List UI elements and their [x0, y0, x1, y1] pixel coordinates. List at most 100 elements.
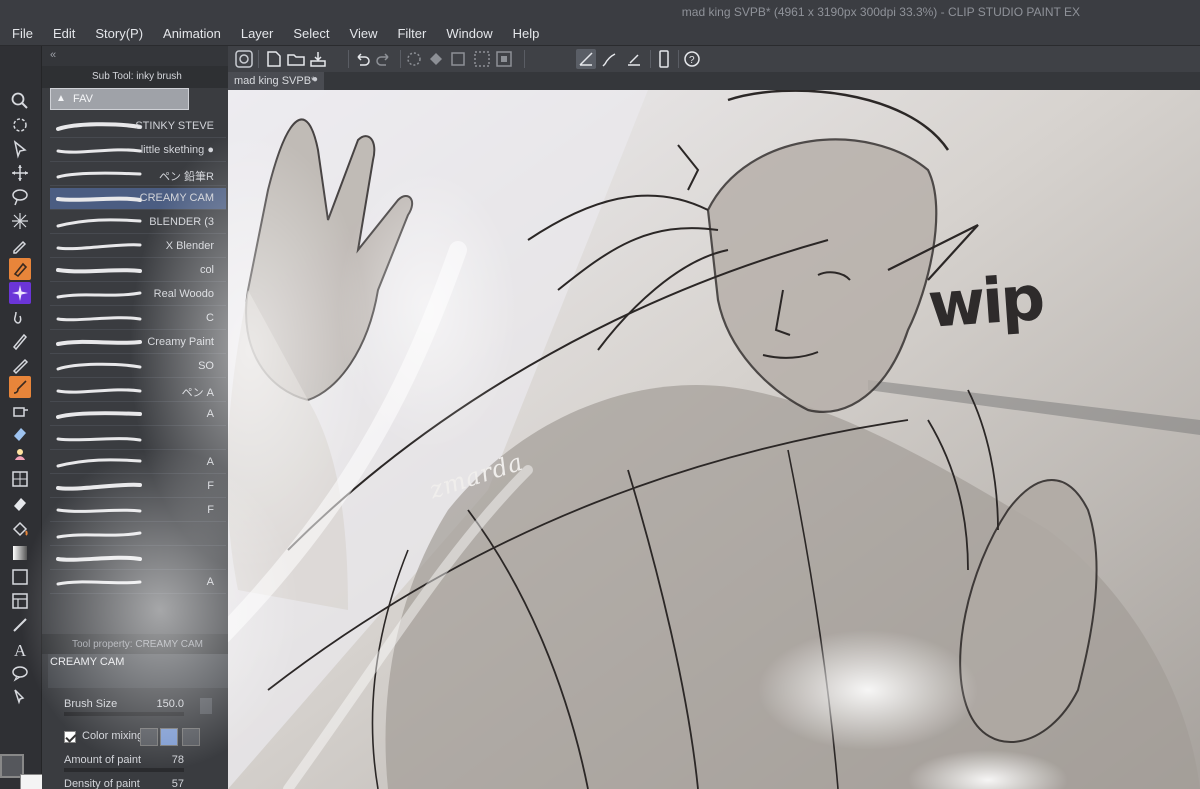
brush-size-value[interactable]: 150.0 — [156, 698, 184, 710]
rotate-icon[interactable] — [9, 114, 31, 136]
brush-name: F — [207, 480, 214, 492]
brush-item[interactable] — [50, 548, 226, 570]
brush-item[interactable]: BLENDER (3 — [50, 212, 226, 234]
menu-window[interactable]: Window — [434, 22, 500, 44]
document-tab-bar: mad king SVPB* ● — [228, 72, 1200, 90]
marker-icon[interactable] — [9, 330, 31, 352]
brush-item[interactable]: A — [50, 404, 226, 426]
move-icon[interactable] — [9, 162, 31, 184]
brush-stroke-preview — [56, 362, 142, 371]
brush-name: A — [206, 456, 214, 468]
transform-icon[interactable] — [448, 49, 468, 69]
mix-mode-brush[interactable] — [182, 728, 200, 746]
menu-select[interactable]: Select — [281, 22, 337, 44]
brush-icon[interactable] — [9, 376, 31, 398]
eraser-2-icon[interactable] — [9, 492, 31, 514]
amount-of-paint-value[interactable]: 78 — [172, 754, 184, 766]
auto-select-icon[interactable] — [9, 210, 31, 232]
mix-mode-blend[interactable] — [160, 728, 178, 746]
brush-stroke-preview — [56, 508, 142, 513]
new-icon[interactable] — [264, 49, 284, 69]
brush-size-slider[interactable] — [64, 712, 184, 716]
fill-icon[interactable] — [426, 49, 446, 69]
text-icon[interactable]: A — [9, 638, 31, 660]
brush-item[interactable]: ペン 鉛筆R — [50, 164, 226, 186]
eyedropper-icon[interactable] — [9, 234, 31, 256]
brush-item[interactable]: F — [50, 476, 226, 498]
help-icon[interactable]: ? — [682, 49, 702, 69]
correction-icon[interactable] — [9, 686, 31, 708]
frame-border-icon[interactable] — [9, 590, 31, 612]
undo-icon[interactable] — [352, 49, 372, 69]
blend-icon[interactable] — [9, 306, 31, 328]
brush-item[interactable]: STINKY STEVE — [50, 116, 226, 138]
save-icon[interactable] — [308, 49, 328, 69]
selection-icon[interactable] — [472, 49, 492, 69]
frame-icon[interactable] — [9, 468, 31, 490]
eraser-icon[interactable] — [9, 422, 31, 444]
open-icon[interactable] — [286, 49, 306, 69]
brush-item[interactable]: ペン A — [50, 380, 226, 402]
sub-color-swatch[interactable] — [20, 774, 44, 789]
amount-of-paint-slider[interactable] — [64, 768, 184, 772]
brush-item[interactable]: A — [50, 572, 226, 594]
mix-mode-running[interactable] — [140, 728, 158, 746]
document-tab[interactable]: mad king SVPB* ● — [228, 72, 324, 90]
pencil-icon[interactable] — [9, 354, 31, 376]
collapse-icon[interactable]: « — [50, 49, 56, 61]
menu-animation[interactable]: Animation — [151, 22, 229, 44]
device-icon[interactable] — [654, 49, 674, 69]
menu-help[interactable]: Help — [501, 22, 548, 44]
balloon-icon[interactable] — [9, 662, 31, 684]
object-icon[interactable] — [9, 138, 31, 160]
decoration-2-icon[interactable] — [9, 444, 31, 466]
brush-item[interactable]: SO — [50, 356, 226, 378]
gradient-icon[interactable] — [9, 542, 31, 564]
brush-item[interactable]: little skething ● — [50, 140, 226, 162]
magnifier-icon[interactable] — [9, 90, 31, 112]
brush-item[interactable]: CREAMY CAM — [50, 188, 226, 210]
pen-icon[interactable] — [9, 258, 31, 280]
brush-item[interactable]: Creamy Paint — [50, 332, 226, 354]
menu-file[interactable]: File — [0, 22, 41, 44]
ruler-icon[interactable] — [576, 49, 596, 69]
drawing-canvas[interactable]: zmarda wip — [228, 90, 1200, 789]
fill-icon[interactable] — [9, 518, 31, 540]
tool-palette: A — [0, 46, 44, 789]
brush-item[interactable]: F — [50, 500, 226, 522]
snap-icon[interactable] — [494, 49, 514, 69]
menu-edit[interactable]: Edit — [41, 22, 83, 44]
fav-group-button[interactable]: ▲ FAV — [50, 88, 189, 110]
brush-name: ペン 鉛筆R — [159, 171, 214, 183]
ruler-tool-icon[interactable] — [9, 614, 31, 636]
brush-item[interactable]: X Blender — [50, 236, 226, 258]
menu-view[interactable]: View — [338, 22, 386, 44]
brush-item[interactable] — [50, 428, 226, 450]
density-of-paint-value[interactable]: 57 — [172, 778, 184, 789]
clip-studio-icon[interactable] — [234, 49, 254, 69]
menu-story[interactable]: Story(P) — [83, 22, 151, 44]
brush-item[interactable]: A — [50, 452, 226, 474]
brush-item[interactable]: C — [50, 308, 226, 330]
brush-stroke-preview — [56, 291, 142, 299]
menu-layer[interactable]: Layer — [229, 22, 282, 44]
brush-name: BLENDER (3 — [149, 216, 214, 228]
lasso-icon[interactable] — [9, 186, 31, 208]
brush-stroke-preview — [56, 555, 142, 562]
clear-icon[interactable] — [404, 49, 424, 69]
redo-icon[interactable] — [374, 49, 394, 69]
brush-item[interactable]: Real Woodo — [50, 284, 226, 306]
brush-item[interactable]: col — [50, 260, 226, 282]
brush-snap-icon[interactable] — [600, 49, 620, 69]
brush-stroke-preview — [56, 171, 142, 179]
menu-filter[interactable]: Filter — [385, 22, 434, 44]
figure-icon[interactable] — [9, 566, 31, 588]
decoration-icon[interactable] — [9, 282, 31, 304]
brush-size-spin[interactable] — [200, 698, 212, 714]
artwork-sketch — [228, 90, 1200, 789]
close-tab-icon[interactable]: ● — [312, 74, 318, 85]
brush-item[interactable] — [50, 524, 226, 546]
airbrush-icon[interactable] — [9, 400, 31, 422]
pen-snap-icon[interactable] — [624, 49, 644, 69]
color-mixing-checkbox[interactable] — [64, 731, 76, 743]
